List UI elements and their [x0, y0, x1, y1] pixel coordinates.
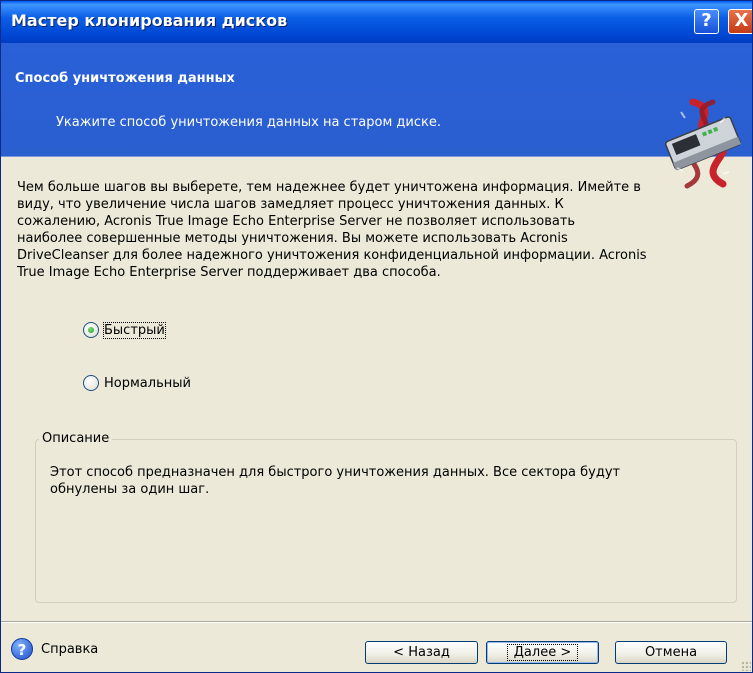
title-help-button[interactable]: ? [694, 9, 719, 34]
title-close-button[interactable]: X [728, 9, 752, 34]
radio-fast-indicator[interactable] [83, 322, 99, 338]
footer-separator [1, 621, 752, 623]
description-line: виду, что увеличение числа шагов замедля… [17, 197, 564, 212]
help-icon[interactable]: ? [11, 638, 33, 660]
description-group-legend: Описание [39, 431, 113, 446]
description-line: Чем больше шагов вы выберете, тем надежн… [17, 180, 641, 195]
resize-grip[interactable] [741, 661, 751, 671]
wizard-window: Мастер клонирования дисков ? X Способ ун… [0, 0, 753, 673]
cancel-button[interactable]: Отмена [615, 641, 727, 664]
step-title: Способ уничтожения данных [15, 71, 235, 86]
radio-normal-label[interactable]: Нормальный [104, 376, 191, 391]
description-line: наиболее совершенные методы уничтожения.… [17, 231, 568, 246]
description-line: сожалению, Acronis True Image Echo Enter… [17, 214, 576, 229]
description-line: DriveCleanser для более надежного уничто… [17, 248, 647, 263]
radio-fast[interactable]: Быстрый [83, 321, 166, 339]
method-explanation: Чем больше шагов вы выберете, тем надежн… [17, 179, 733, 281]
wizard-header: Способ уничтожения данных Укажите способ… [1, 43, 752, 189]
title-bar[interactable]: Мастер клонирования дисков ? X [1, 1, 752, 43]
group-text-line: обнулены за один шаг. [50, 482, 210, 497]
back-button[interactable]: < Назад [365, 641, 478, 664]
radio-normal-indicator[interactable] [83, 375, 99, 391]
description-group-text: Этот способ предназначен для быстрого ун… [50, 464, 720, 498]
description-line: True Image Echo Enterprise Server поддер… [17, 265, 441, 280]
step-subtitle: Укажите способ уничтожения данных на ста… [56, 115, 441, 130]
group-text-line: Этот способ предназначен для быстрого ун… [50, 465, 621, 480]
window-title: Мастер клонирования дисков [11, 11, 288, 30]
help-button[interactable]: ? Справка [11, 638, 98, 660]
radio-normal[interactable]: Нормальный [83, 375, 191, 391]
next-button-label[interactable]: Далее > [506, 644, 579, 661]
description-group: Описание Этот способ предназначен для бы… [35, 431, 737, 603]
next-button[interactable]: Далее > [486, 641, 599, 664]
disk-shred-icon [664, 98, 741, 189]
radio-fast-label[interactable]: Быстрый [103, 321, 166, 339]
help-label[interactable]: Справка [41, 642, 98, 657]
